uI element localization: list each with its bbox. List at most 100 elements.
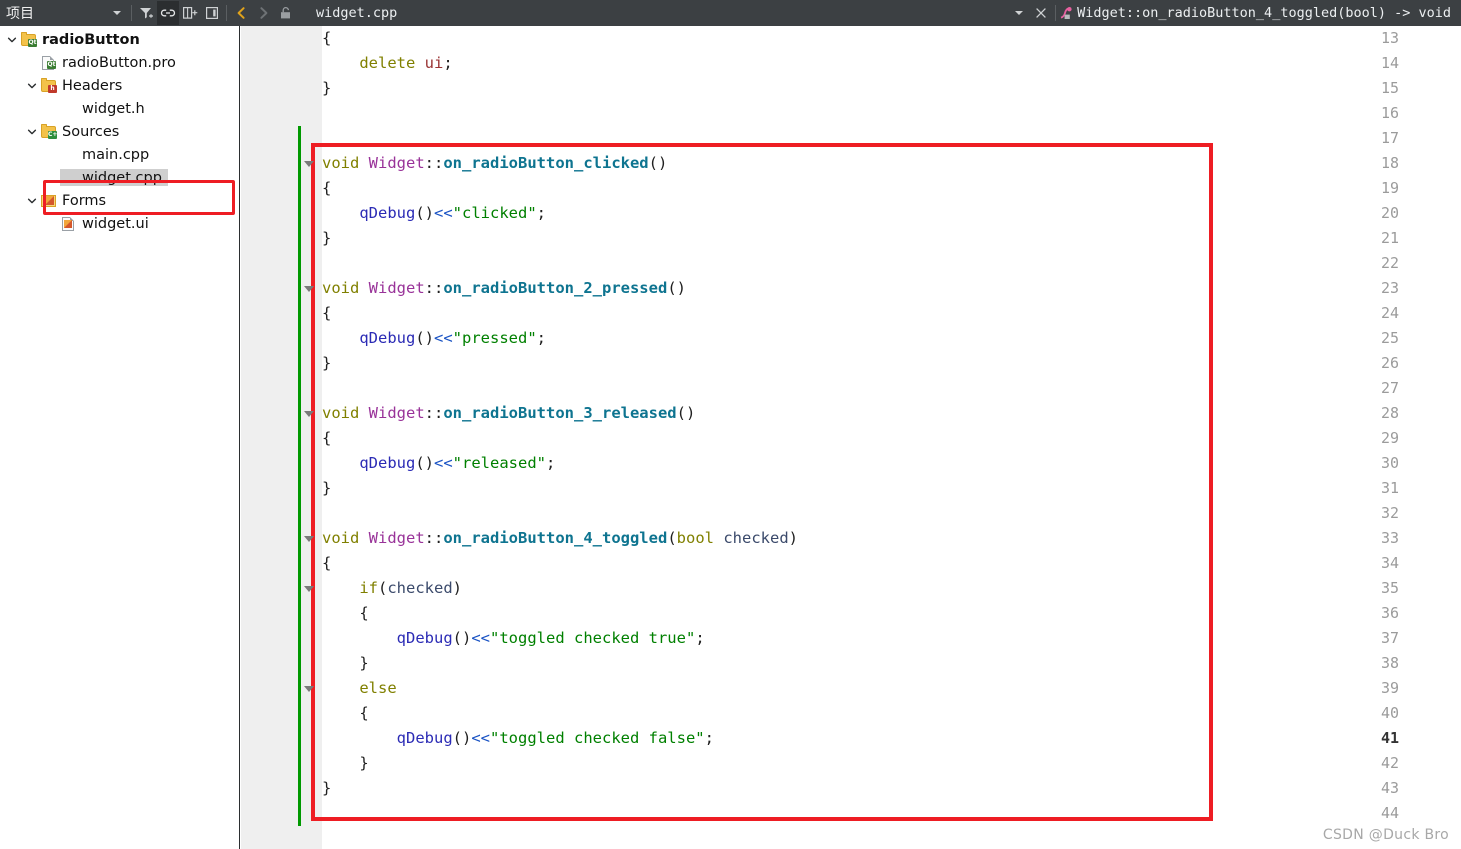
line-number: 34 [1380, 554, 1399, 572]
code-line[interactable]: else [322, 676, 396, 701]
code-line[interactable]: qDebug()<<"pressed"; [322, 326, 546, 351]
tree-item-content: C+ Sources [40, 123, 125, 140]
code-folding-column[interactable] [298, 26, 322, 849]
code-line[interactable]: qDebug()<<"clicked"; [322, 201, 546, 226]
code-line[interactable]: } [322, 351, 331, 376]
filter-icon[interactable] [135, 1, 157, 25]
file-plain-icon [60, 100, 77, 117]
code-token: } [322, 354, 332, 372]
code-token: bool [676, 529, 714, 547]
modified-lines-marker [298, 126, 301, 826]
line-number: 14 [1380, 54, 1399, 72]
code-line[interactable]: void Widget::on_radioButton_clicked() [322, 151, 667, 176]
code-line[interactable]: qDebug()<<"released"; [322, 451, 555, 476]
code-line[interactable]: { [322, 301, 331, 326]
code-token: () [415, 329, 434, 347]
link-icon[interactable] [157, 1, 179, 25]
code-line[interactable]: } [322, 476, 331, 501]
code-token: ( [378, 579, 388, 597]
tree-item-headers[interactable]: h Headers [0, 74, 128, 97]
open-file-name[interactable]: widget.cpp [316, 5, 397, 21]
code-line[interactable]: { [322, 26, 331, 51]
code-token: on_radioButton_3_released [443, 404, 677, 422]
tree-item-label: main.cpp [82, 146, 150, 163]
line-number: 29 [1380, 429, 1399, 447]
code-token: :: [424, 154, 444, 172]
current-symbol-selector[interactable]: Widget::on_radioButton_4_toggled(bool) -… [1059, 5, 1461, 21]
code-line[interactable]: { [322, 426, 331, 451]
file-ui-icon [60, 215, 77, 232]
code-token: } [322, 754, 369, 772]
code-line[interactable]: } [322, 751, 369, 776]
code-line[interactable]: qDebug()<<"toggled checked true"; [322, 626, 705, 651]
tree-item-radiobutton[interactable]: Qt radioButton [0, 28, 146, 51]
code-line[interactable]: qDebug()<<"toggled checked false"; [322, 726, 714, 751]
tree-item-forms[interactable]: Forms [0, 189, 112, 212]
code-token: on_radioButton_2_pressed [443, 279, 668, 297]
code-token: << [434, 454, 453, 472]
function-symbol-icon [1059, 6, 1074, 21]
navigate-back-icon[interactable] [230, 1, 252, 25]
code-line[interactable]: delete ui; [322, 51, 452, 76]
code-line[interactable]: } [322, 651, 368, 676]
line-number: 16 [1380, 104, 1399, 122]
project-tree-panel[interactable]: Qt radioButton Qt radioButton.pro h Headers wi… [0, 26, 240, 849]
code-line[interactable]: void Widget::on_radioButton_3_released() [322, 401, 695, 426]
chevron-down-icon[interactable] [4, 28, 20, 51]
line-number: 36 [1380, 604, 1399, 622]
close-file-icon[interactable] [1030, 1, 1052, 25]
code-line[interactable]: void Widget::on_radioButton_2_pressed() [322, 276, 686, 301]
line-number: 35 [1380, 579, 1399, 597]
code-token: () [667, 279, 686, 297]
tree-item-widget-cpp[interactable]: widget.cpp [0, 166, 168, 189]
code-token: qDebug [359, 329, 416, 347]
code-editor[interactable]: { delete ui;} void Widget::on_radioButton… [241, 26, 1461, 849]
code-line[interactable]: } [322, 776, 331, 801]
fold-triangle-icon[interactable] [304, 686, 314, 692]
chevron-down-icon[interactable] [24, 74, 40, 97]
file-plain-icon [60, 146, 77, 163]
tree-item-sources[interactable]: C+ Sources [0, 120, 125, 143]
fold-triangle-icon[interactable] [304, 161, 314, 167]
chevron-down-icon[interactable] [106, 1, 128, 25]
tree-item-widget-ui[interactable]: widget.ui [0, 212, 155, 235]
code-token: on_radioButton_4_toggled [443, 529, 668, 547]
tree-item-widget-h[interactable]: widget.h [0, 97, 151, 120]
code-line[interactable]: { [322, 701, 368, 726]
tree-item-main-cpp[interactable]: main.cpp [0, 143, 155, 166]
code-token: void [322, 154, 360, 172]
line-number: 24 [1380, 304, 1399, 322]
code-line[interactable]: } [322, 226, 331, 251]
code-token: () [415, 454, 434, 472]
chevron-down-icon[interactable] [24, 120, 40, 143]
code-line[interactable]: { [322, 551, 331, 576]
toolbar-divider-2 [226, 5, 227, 21]
fold-triangle-icon[interactable] [304, 286, 314, 292]
chevron-down-icon[interactable] [24, 189, 40, 212]
code-line[interactable]: if(checked) [322, 576, 462, 601]
code-token: << [471, 729, 490, 747]
fold-triangle-icon[interactable] [304, 411, 314, 417]
split-window-icon[interactable] [179, 1, 201, 25]
fold-triangle-icon[interactable] [304, 586, 314, 592]
code-line[interactable]: void Widget::on_radioButton_4_toggled(bo… [322, 526, 798, 551]
code-token: "clicked" [452, 204, 537, 222]
unlock-icon[interactable] [274, 1, 296, 25]
chevron-down-icon[interactable] [1008, 1, 1030, 25]
code-line[interactable]: { [322, 176, 331, 201]
code-token: Widget [368, 529, 425, 547]
top-toolbar: 项目 widget.cpp Widget::on_radioButton_4_t… [0, 0, 1461, 26]
code-token: qDebug [359, 204, 416, 222]
toggle-sidebar-icon[interactable] [201, 1, 223, 25]
line-number: 17 [1380, 129, 1399, 147]
code-line[interactable]: { [322, 601, 368, 626]
tree-item-radiobutton-pro[interactable]: Qt radioButton.pro [0, 51, 182, 74]
fold-triangle-icon[interactable] [304, 536, 314, 542]
code-line[interactable]: } [322, 76, 331, 101]
